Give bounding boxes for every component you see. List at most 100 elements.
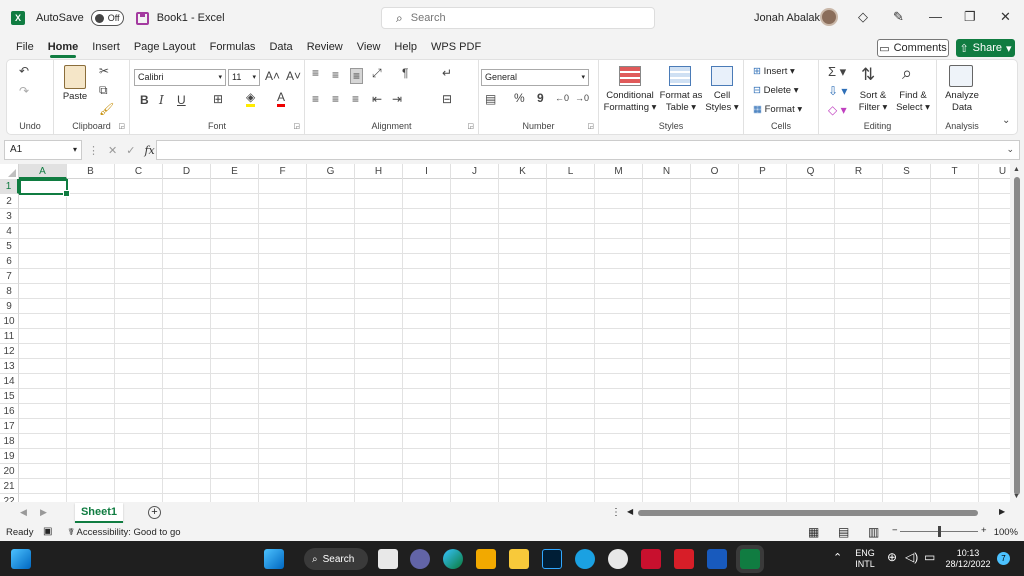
top-align-icon[interactable]: ≡ (312, 66, 319, 80)
column-header-f[interactable]: F (259, 164, 307, 179)
orientation-icon[interactable]: ⤢ (372, 66, 382, 81)
row-header-5[interactable]: 5 (0, 239, 19, 254)
accounting-icon[interactable]: ▤ (485, 92, 496, 106)
task-view-icon[interactable] (378, 549, 398, 569)
redo-icon[interactable]: ↷ (19, 84, 29, 98)
zoom-slider-knob[interactable] (938, 526, 941, 537)
wrap-text-icon[interactable]: ↵ (442, 66, 452, 80)
column-header-n[interactable]: N (643, 164, 691, 179)
row-header-14[interactable]: 14 (0, 374, 19, 389)
sort-filter-button[interactable]: Sort & Filter ▾ (853, 90, 893, 114)
format-as-table-button[interactable]: Format as Table ▾ (659, 90, 703, 114)
tab-file[interactable]: File (9, 36, 41, 59)
align-left-icon[interactable]: ≡ (312, 92, 319, 106)
diamond-icon[interactable]: ◇ (858, 9, 868, 25)
prev-sheet-icon[interactable]: ◀ (20, 507, 27, 518)
column-header-o[interactable]: O (691, 164, 739, 179)
row-header-4[interactable]: 4 (0, 224, 19, 239)
paste-icon[interactable] (64, 65, 86, 89)
dialog-launcher-icon[interactable]: ◲ (467, 122, 474, 130)
app-icon[interactable] (608, 549, 628, 569)
analyze-data-icon[interactable] (949, 65, 973, 87)
volume-icon[interactable]: ◁) (905, 550, 918, 564)
row-header-13[interactable]: 13 (0, 359, 19, 374)
column-header-m[interactable]: M (595, 164, 643, 179)
row-header-22[interactable]: 22 (0, 494, 19, 502)
expand-formula-icon[interactable]: ⌄ (1006, 144, 1014, 155)
zoom-in-icon[interactable]: + (981, 525, 987, 536)
column-header-h[interactable]: H (355, 164, 403, 179)
worksheet-grid[interactable]: ABCDEFGHIJKLMNOPQRSTU 1 2 3 4 5 6 7 8 9 10 11 12 13 1… (0, 164, 1010, 502)
row-header-1[interactable]: 1 (0, 179, 19, 194)
column-header-i[interactable]: I (403, 164, 451, 179)
autosave-toggle[interactable]: Off (90, 10, 124, 26)
rtl-icon[interactable]: ¶ (402, 66, 408, 80)
increase-indent-icon[interactable]: ⇥ (392, 92, 402, 106)
tab-view[interactable]: View (350, 36, 388, 59)
conditional-formatting-button[interactable]: Conditional Formatting ▾ (601, 90, 659, 114)
battery-icon[interactable]: ▭ (924, 550, 935, 564)
conditional-formatting-icon[interactable] (619, 66, 641, 86)
column-header-t[interactable]: T (931, 164, 979, 179)
user-name[interactable]: Jonah Abalaka (754, 12, 826, 24)
next-sheet-icon[interactable]: ▶ (40, 507, 47, 518)
store-icon[interactable] (476, 549, 496, 569)
cut-icon[interactable]: ✂ (99, 64, 109, 78)
row-header-20[interactable]: 20 (0, 464, 19, 479)
dialog-launcher-icon[interactable]: ◲ (118, 122, 125, 130)
pen-icon[interactable]: ✎ (893, 9, 904, 25)
row-header-3[interactable]: 3 (0, 209, 19, 224)
windows-logo-icon[interactable] (264, 549, 284, 569)
column-header-a[interactable]: A (19, 164, 67, 179)
edge-icon[interactable] (443, 549, 463, 569)
row-header-6[interactable]: 6 (0, 254, 19, 269)
column-header-k[interactable]: K (499, 164, 547, 179)
add-sheet-icon[interactable]: + (148, 506, 161, 519)
cell-styles-button[interactable]: Cell Styles ▾ (703, 90, 741, 114)
row-header-16[interactable]: 16 (0, 404, 19, 419)
split-handle-icon[interactable]: ⋮ (611, 507, 621, 518)
format-cells-button[interactable]: ▦ Format ▾ (753, 104, 802, 115)
find-select-button[interactable]: Find & Select ▾ (893, 90, 933, 114)
tab-review[interactable]: Review (300, 36, 350, 59)
row-header-8[interactable]: 8 (0, 284, 19, 299)
teams-icon[interactable] (410, 549, 430, 569)
bottom-align-icon[interactable]: ≡ (350, 68, 364, 84)
column-header-j[interactable]: J (451, 164, 499, 179)
row-header-17[interactable]: 17 (0, 419, 19, 434)
font-name-select[interactable]: Calibri ▾ (134, 69, 226, 86)
avatar[interactable] (820, 8, 838, 26)
percent-icon[interactable]: % (514, 91, 525, 105)
comma-icon[interactable]: 9 (537, 91, 544, 105)
row-header-21[interactable]: 21 (0, 479, 19, 494)
underline-icon[interactable]: U (177, 93, 186, 107)
vertical-scrollbar[interactable]: ▲ ▼ (1010, 164, 1024, 504)
mcafee-icon[interactable] (641, 549, 661, 569)
formula-input[interactable]: ⌄ (156, 140, 1020, 160)
scroll-down-icon[interactable]: ▼ (1013, 493, 1020, 500)
column-header-g[interactable]: G (307, 164, 355, 179)
column-header-u[interactable]: U (979, 164, 1010, 179)
vertical-scroll-thumb[interactable] (1014, 177, 1020, 495)
taskbar-search[interactable]: ⌕ Search (304, 548, 368, 570)
format-painter-icon[interactable]: 🖌 (99, 102, 114, 116)
font-size-select[interactable]: 11 ▾ (228, 69, 260, 86)
decrease-decimal-icon[interactable]: →0 (575, 93, 589, 103)
copy-icon[interactable]: ⧉ (99, 83, 108, 98)
page-layout-view-icon[interactable]: ▤ (838, 525, 849, 539)
file-explorer-icon[interactable] (509, 549, 529, 569)
more-icon[interactable]: ⋮ (88, 144, 99, 157)
clock[interactable]: 10:13 28/12/2022 (942, 548, 994, 570)
decrease-font-icon[interactable]: A˅ (286, 69, 301, 83)
row-header-10[interactable]: 10 (0, 314, 19, 329)
sheet-tab[interactable]: Sheet1 (75, 503, 123, 523)
word-icon[interactable] (707, 549, 727, 569)
close-icon[interactable]: ✕ (1000, 9, 1011, 25)
chevron-up-icon[interactable]: ⌃ (833, 551, 842, 564)
row-header-9[interactable]: 9 (0, 299, 19, 314)
tab-home[interactable]: Home (41, 36, 86, 59)
row-header-19[interactable]: 19 (0, 449, 19, 464)
cell-styles-icon[interactable] (711, 66, 733, 86)
page-break-view-icon[interactable]: ▥ (868, 525, 879, 539)
column-header-b[interactable]: B (67, 164, 115, 179)
